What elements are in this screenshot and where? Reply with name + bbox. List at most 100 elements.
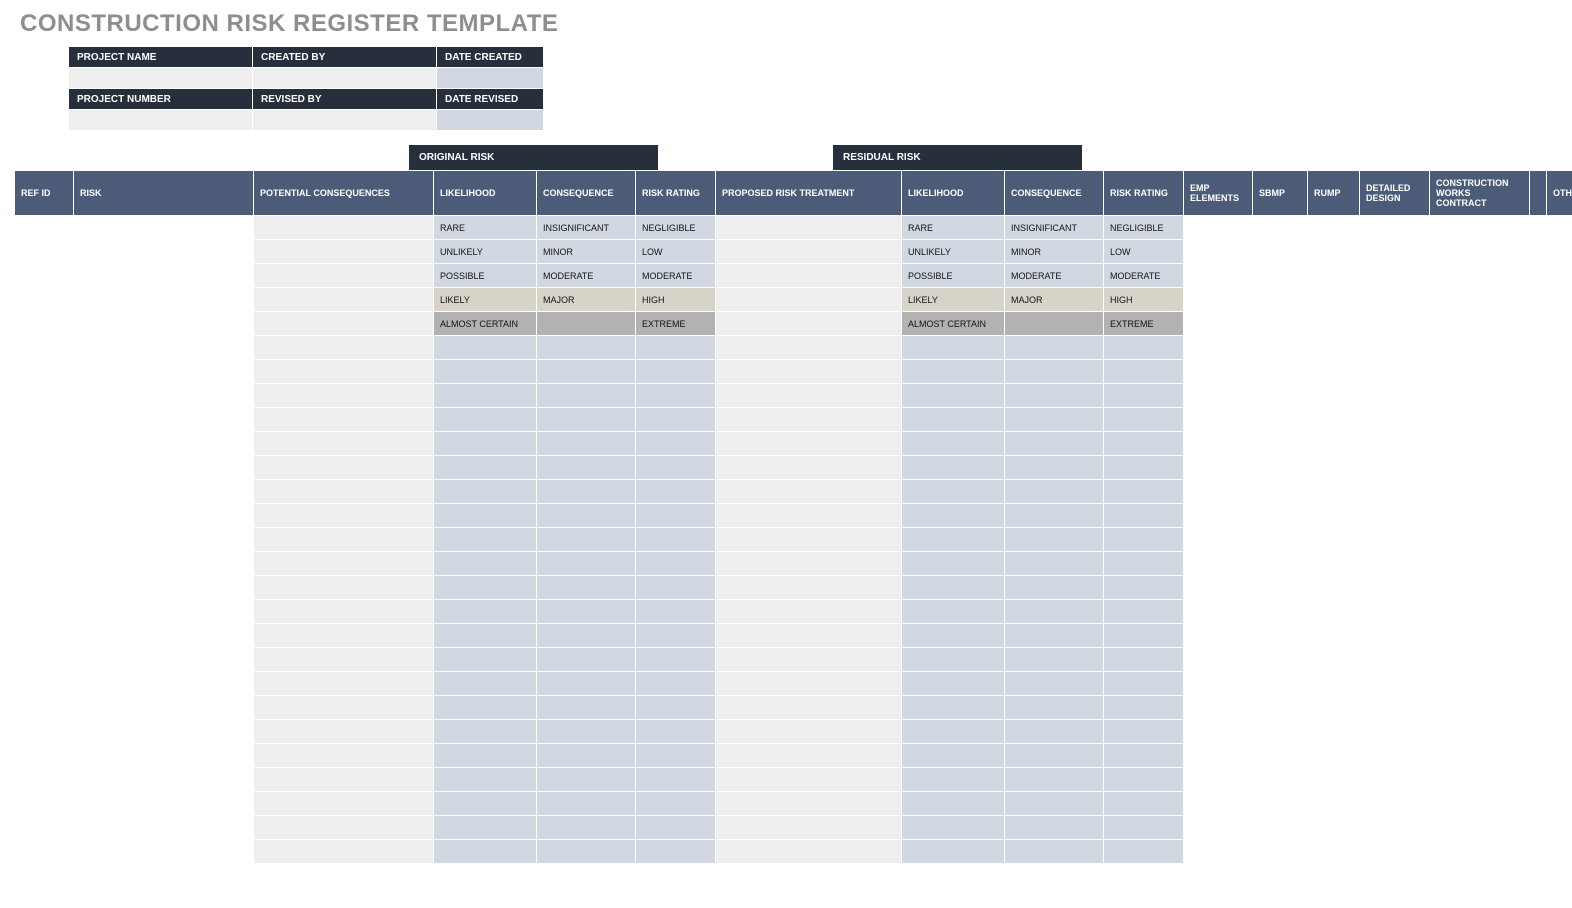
cell[interactable] — [1184, 264, 1253, 288]
cell[interactable] — [1184, 408, 1253, 432]
cell[interactable] — [254, 600, 434, 624]
cell[interactable] — [716, 432, 902, 456]
cell[interactable] — [716, 744, 902, 768]
cell[interactable] — [1547, 624, 1572, 648]
cell[interactable] — [1005, 696, 1104, 720]
cell[interactable] — [1104, 456, 1184, 480]
cell[interactable] — [716, 360, 902, 384]
cell[interactable] — [254, 264, 434, 288]
cell[interactable] — [254, 216, 434, 240]
cell[interactable] — [537, 384, 636, 408]
cell[interactable] — [74, 480, 254, 504]
cell[interactable] — [1184, 816, 1253, 840]
cell[interactable] — [1430, 696, 1530, 720]
cell[interactable] — [1184, 600, 1253, 624]
cell[interactable] — [636, 504, 716, 528]
cell[interactable] — [434, 528, 537, 552]
cell[interactable] — [902, 480, 1005, 504]
cell[interactable]: MAJOR — [1005, 288, 1104, 312]
cell[interactable] — [15, 720, 74, 744]
cell[interactable] — [902, 816, 1005, 840]
cell[interactable] — [1547, 264, 1572, 288]
cell[interactable] — [716, 720, 902, 744]
cell[interactable] — [434, 432, 537, 456]
cell[interactable] — [537, 648, 636, 672]
cell[interactable] — [1360, 216, 1430, 240]
cell[interactable] — [1360, 312, 1430, 336]
cell[interactable] — [716, 816, 902, 840]
cell[interactable] — [1530, 840, 1547, 864]
cell[interactable] — [1308, 672, 1360, 696]
cell[interactable] — [1360, 576, 1430, 600]
cell[interactable] — [1184, 312, 1253, 336]
cell[interactable]: RARE — [902, 216, 1005, 240]
cell[interactable] — [434, 768, 537, 792]
cell[interactable] — [537, 576, 636, 600]
cell[interactable] — [15, 528, 74, 552]
cell[interactable] — [74, 432, 254, 456]
cell[interactable] — [636, 624, 716, 648]
cell[interactable] — [1547, 720, 1572, 744]
cell[interactable] — [1184, 576, 1253, 600]
cell[interactable] — [1547, 672, 1572, 696]
cell[interactable] — [1547, 456, 1572, 480]
cell[interactable] — [1005, 792, 1104, 816]
cell[interactable] — [1104, 576, 1184, 600]
cell[interactable] — [1360, 384, 1430, 408]
cell[interactable] — [74, 720, 254, 744]
cell[interactable] — [15, 816, 74, 840]
cell[interactable] — [1104, 336, 1184, 360]
cell[interactable] — [1430, 216, 1530, 240]
cell[interactable] — [1530, 288, 1547, 312]
cell[interactable] — [254, 240, 434, 264]
cell[interactable] — [254, 360, 434, 384]
cell[interactable] — [716, 456, 902, 480]
cell[interactable] — [636, 408, 716, 432]
cell[interactable] — [1253, 816, 1308, 840]
cell[interactable] — [434, 600, 537, 624]
cell[interactable] — [902, 576, 1005, 600]
cell[interactable] — [636, 744, 716, 768]
cell[interactable] — [1530, 312, 1547, 336]
cell[interactable] — [434, 648, 537, 672]
cell[interactable] — [902, 744, 1005, 768]
cell[interactable] — [1530, 720, 1547, 744]
cell[interactable] — [1005, 312, 1104, 336]
cell[interactable] — [1547, 696, 1572, 720]
cell[interactable] — [537, 312, 636, 336]
cell[interactable] — [1184, 648, 1253, 672]
cell[interactable] — [1308, 624, 1360, 648]
cell[interactable] — [1308, 576, 1360, 600]
cell[interactable] — [1360, 768, 1430, 792]
cell[interactable] — [716, 312, 902, 336]
cell[interactable] — [636, 576, 716, 600]
cell[interactable] — [1308, 264, 1360, 288]
cell[interactable] — [537, 432, 636, 456]
cell[interactable] — [1308, 792, 1360, 816]
cell[interactable] — [537, 720, 636, 744]
cell[interactable] — [1360, 600, 1430, 624]
cell[interactable] — [74, 696, 254, 720]
cell[interactable] — [1308, 456, 1360, 480]
cell[interactable] — [15, 360, 74, 384]
cell[interactable] — [902, 408, 1005, 432]
cell[interactable] — [537, 696, 636, 720]
cell[interactable] — [74, 384, 254, 408]
cell[interactable] — [716, 624, 902, 648]
cell[interactable] — [1360, 672, 1430, 696]
cell[interactable] — [1530, 744, 1547, 768]
cell[interactable] — [716, 288, 902, 312]
cell[interactable] — [1104, 768, 1184, 792]
cell[interactable] — [1430, 552, 1530, 576]
cell[interactable] — [15, 672, 74, 696]
cell[interactable] — [15, 216, 74, 240]
cell[interactable] — [74, 840, 254, 864]
cell[interactable] — [254, 720, 434, 744]
cell[interactable] — [1530, 336, 1547, 360]
cell[interactable] — [1005, 384, 1104, 408]
cell[interactable] — [15, 480, 74, 504]
cell[interactable] — [74, 504, 254, 528]
cell[interactable] — [1360, 336, 1430, 360]
cell[interactable] — [1253, 696, 1308, 720]
cell[interactable] — [74, 408, 254, 432]
